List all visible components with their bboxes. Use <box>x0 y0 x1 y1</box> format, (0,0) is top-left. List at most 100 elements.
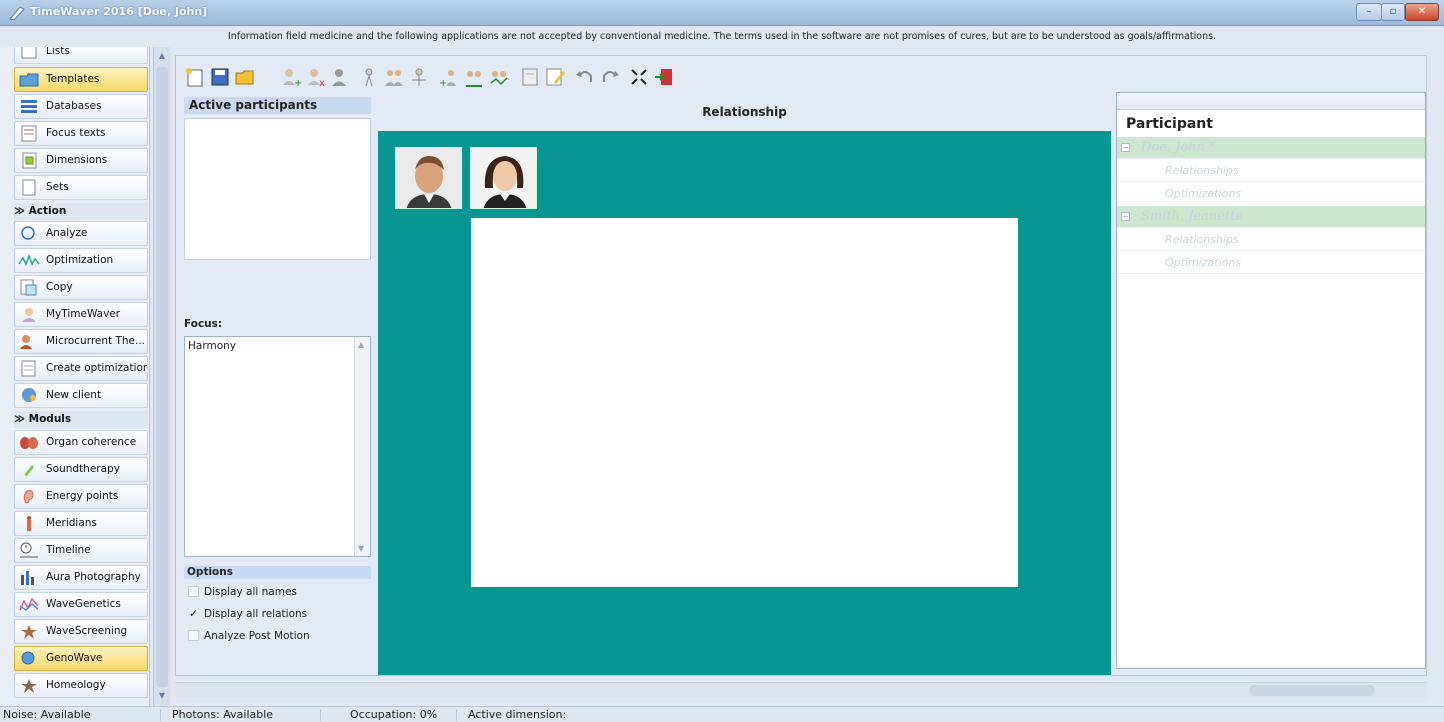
participant-name[interactable]: Smith, Jeanette <box>1141 206 1243 228</box>
clock-icon <box>20 542 38 558</box>
child-label[interactable]: Optimizations <box>1165 252 1241 274</box>
checkbox[interactable] <box>188 630 199 641</box>
participant-child-row[interactable]: Optimizations <box>1117 252 1425 274</box>
nav-item-new-client[interactable]: New client <box>14 383 148 408</box>
nav-item-aura-photography[interactable]: Aura Photography <box>14 565 148 590</box>
scroll-up-icon[interactable]: ▲ <box>157 51 167 61</box>
nav-item-label: Timeline <box>46 544 91 556</box>
add-group-icon[interactable]: + <box>438 66 460 88</box>
nav-item-label: Aura Photography <box>46 571 141 583</box>
collapse-icon[interactable] <box>628 66 650 88</box>
screening-icon <box>21 625 37 639</box>
nav-section-moduls[interactable]: ≫ Moduls <box>14 411 148 428</box>
save-icon[interactable] <box>209 66 231 88</box>
nav-item-label: Microcurrent The... <box>46 335 146 347</box>
relationship-canvas[interactable] <box>378 131 1111 675</box>
document-icon <box>22 179 36 196</box>
status-noise: Noise: Available <box>3 708 91 721</box>
child-label[interactable]: Relationships <box>1165 229 1239 251</box>
collapse-icon[interactable]: − <box>1121 143 1130 152</box>
nav-item-dimensions[interactable]: Dimensions <box>14 148 148 173</box>
nav-item-timeline[interactable]: Timeline <box>14 538 148 563</box>
collapse-icon[interactable]: − <box>1121 212 1130 221</box>
option-display-all-names[interactable]: Display all names <box>188 584 297 600</box>
nav-item-organ-coherence[interactable]: Organ coherence <box>14 430 148 455</box>
minimize-button[interactable]: – <box>1356 3 1382 21</box>
scroll-up-icon[interactable]: ▲ <box>358 340 364 349</box>
nav-item-microcurrent[interactable]: Microcurrent The... <box>14 329 148 354</box>
status-occupation: Occupation: 0% <box>350 708 438 721</box>
nav-item-focus-texts[interactable]: Focus texts <box>14 121 148 146</box>
option-display-all-relations[interactable]: ✓ Display all relations <box>188 606 307 622</box>
participant-child-row[interactable]: Relationships <box>1117 229 1425 251</box>
nav-item-wavegenetics[interactable]: WaveGenetics <box>14 592 148 617</box>
focus-item[interactable]: Harmony <box>188 340 367 352</box>
active-participants-list[interactable] <box>184 118 371 260</box>
scroll-down-icon[interactable]: ▼ <box>358 544 364 553</box>
nav-item-templates[interactable]: Templates <box>14 67 148 92</box>
participant-child-row[interactable]: Optimizations <box>1117 183 1425 205</box>
nav-item-energy-points[interactable]: Energy points <box>14 484 148 509</box>
nav-item-homeology[interactable]: Homeology <box>14 673 148 698</box>
nav-item-meridians[interactable]: Meridians <box>14 511 148 536</box>
maximize-button[interactable]: ▫ <box>1381 3 1405 21</box>
participant-group-jeanette[interactable]: − Smith, Jeanette <box>1117 206 1425 228</box>
nav-item-label: Templates <box>46 73 100 85</box>
nav-item-analyze[interactable]: Analyze <box>14 221 148 246</box>
close-button[interactable]: ✕ <box>1405 3 1439 21</box>
nav-item-label: Homeology <box>46 679 106 691</box>
microcurrent-icon <box>20 335 32 349</box>
undo-icon[interactable] <box>574 66 596 88</box>
nav-item-databases[interactable]: Databases <box>14 94 148 119</box>
focus-scrollbar[interactable]: ▲ ▼ <box>354 337 370 556</box>
participant-avatar-jeanette[interactable] <box>470 147 537 209</box>
single-person-icon[interactable] <box>358 66 380 88</box>
nav-item-label: Optimization <box>46 254 114 266</box>
relationship-drawing-area[interactable] <box>471 218 1018 587</box>
participant-child-row[interactable]: Relationships <box>1117 160 1425 182</box>
scroll-down-icon[interactable]: ▼ <box>157 691 167 701</box>
female-portrait-icon <box>471 148 536 208</box>
remove-participant-icon[interactable]: x <box>305 66 327 88</box>
add-participant-icon[interactable]: + <box>280 66 302 88</box>
horizontal-scrollbar[interactable] <box>175 682 1427 698</box>
group-icon[interactable] <box>383 66 405 88</box>
nav-item-optimization[interactable]: Optimization <box>14 248 148 273</box>
edit-icon[interactable] <box>544 66 566 88</box>
group-sync-icon[interactable] <box>463 66 485 88</box>
nav-item-label: Create optimization <box>46 362 148 374</box>
nav-item-label: Focus texts <box>46 127 106 139</box>
scroll-thumb[interactable] <box>156 67 168 687</box>
group-optimize-icon[interactable] <box>488 66 510 88</box>
open-folder-icon[interactable] <box>234 66 256 88</box>
toolbar: + x + <box>176 58 1428 96</box>
focus-list[interactable]: Harmony ▲ ▼ <box>184 336 371 557</box>
relation-icon[interactable] <box>408 66 430 88</box>
child-label[interactable]: Optimizations <box>1165 183 1241 205</box>
nav-item-lists[interactable]: Lists <box>14 47 148 64</box>
nav-item-sets[interactable]: Sets <box>14 175 148 200</box>
exit-icon[interactable] <box>653 66 675 88</box>
nav-item-create-optimization[interactable]: Create optimization <box>14 356 148 381</box>
redo-icon[interactable] <box>599 66 621 88</box>
child-label[interactable]: Relationships <box>1165 160 1239 182</box>
new-icon[interactable] <box>184 66 206 88</box>
nav-item-genowave[interactable]: GenoWave <box>14 646 148 671</box>
nav-item-soundtherapy[interactable]: Soundtherapy <box>14 457 148 482</box>
nav-item-wavescreening[interactable]: WaveScreening <box>14 619 148 644</box>
print-icon[interactable] <box>519 66 541 88</box>
participant-name[interactable]: Doe, John * <box>1141 137 1216 159</box>
nav-item-label: Soundtherapy <box>46 463 120 475</box>
option-analyze-post-motion[interactable]: Analyze Post Motion <box>188 628 310 644</box>
left-scrollbar[interactable]: ▲ ▼ <box>153 47 170 706</box>
scroll-thumb[interactable] <box>1250 685 1374 696</box>
dna-icon <box>19 597 39 611</box>
checkmark-icon[interactable]: ✓ <box>189 606 198 622</box>
nav-section-action[interactable]: ≫ Action <box>14 203 148 220</box>
participant-icon[interactable] <box>328 66 350 88</box>
nav-item-mytimewaver[interactable]: MyTimeWaver <box>14 302 148 327</box>
participant-avatar-john[interactable] <box>395 147 462 209</box>
checkbox[interactable] <box>188 586 199 597</box>
nav-item-copy[interactable]: Copy <box>14 275 148 300</box>
participant-group-john[interactable]: − Doe, John * <box>1117 137 1425 159</box>
